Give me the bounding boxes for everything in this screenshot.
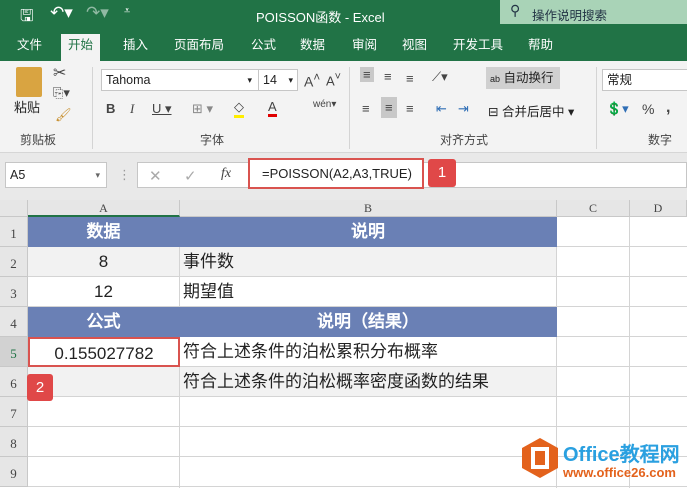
save-icon[interactable]: 🖫 (20, 5, 34, 32)
decrease-indent-icon[interactable]: ⇤ (436, 101, 447, 117)
callout-badge-1: 1 (428, 159, 456, 187)
bold-icon[interactable]: B (106, 101, 115, 116)
group-alignment: 对齐方式 (440, 133, 489, 147)
callout-badge-2: 2 (27, 374, 53, 401)
cancel-icon[interactable]: ✕ (149, 167, 162, 185)
cell-a3[interactable]: 12 (28, 277, 180, 307)
paste-button[interactable]: 粘贴 (14, 97, 40, 116)
office-logo-icon (522, 438, 558, 478)
more-icon: ⋮ (118, 167, 131, 182)
name-box[interactable]: A5 ▾ (5, 162, 107, 188)
group-font: 字体 (200, 133, 225, 147)
cell-a2[interactable]: 8 (28, 247, 180, 277)
column-header-a[interactable]: A (28, 200, 180, 217)
decrease-font-icon[interactable]: A˅ (326, 71, 341, 88)
orientation-icon[interactable]: ⟋▾ (432, 69, 448, 85)
cell-b5[interactable]: 符合上述条件的泊松累积分布概率 (180, 337, 557, 367)
row-header[interactable]: 4 (0, 307, 28, 337)
search-placeholder: 操作说明搜索 (532, 9, 608, 23)
format-painter-icon[interactable]: 🖌 (55, 107, 72, 123)
tab-developer[interactable]: 开发工具 (446, 34, 510, 61)
cell-b6[interactable]: 符合上述条件的泊松概率密度函数的结果 (180, 367, 557, 397)
italic-icon[interactable]: I (130, 101, 134, 117)
watermark-url: www.office26.com (563, 465, 676, 480)
top-align-icon[interactable]: ≡ (360, 67, 374, 82)
search-box[interactable]: ⚲ 操作说明搜索 (500, 0, 687, 24)
row-header[interactable]: 3 (0, 277, 28, 307)
border-icon[interactable]: ⊞ ▾ (192, 101, 213, 117)
align-left-icon[interactable]: ≡ (362, 101, 370, 116)
comma-button[interactable]: , (666, 99, 670, 117)
title-bar: 🖫 ↶▾ ↷▾ ⩡ POISSON函数 - Excel ⚲ 操作说明搜索 (0, 0, 687, 30)
undo-icon[interactable]: ↶▾ (50, 3, 73, 23)
accounting-format-icon[interactable]: 💲▾ (606, 101, 629, 117)
row-header[interactable]: 2 (0, 247, 28, 277)
wrap-text-button[interactable]: ab 自动换行 (486, 67, 560, 89)
underline-icon[interactable]: U ▾ (152, 101, 172, 117)
increase-font-icon[interactable]: A˄ (304, 71, 320, 90)
redo-icon[interactable]: ↷▾ (86, 3, 109, 23)
cell-a1[interactable]: 数据 (28, 217, 180, 247)
insert-function-icon[interactable]: fx (221, 166, 231, 182)
cell-a4[interactable]: 公式 (28, 307, 180, 337)
copy-icon[interactable]: ⎘▾ (53, 85, 70, 101)
tab-view[interactable]: 视图 (395, 34, 434, 61)
phonetic-icon[interactable]: wén▾ (313, 99, 336, 110)
column-header-d[interactable]: D (630, 200, 687, 217)
select-all-corner[interactable] (0, 200, 28, 217)
tab-file[interactable]: 文件 (10, 34, 49, 61)
ribbon-tabs: 文件 开始 插入 页面布局 公式 数据 审阅 视图 开发工具 帮助 (0, 30, 687, 61)
watermark-brand: Office教程网 (563, 444, 680, 466)
formula-input[interactable]: =POISSON(A2,A3,TRUE) (248, 158, 424, 189)
row-header[interactable]: 1 (0, 217, 28, 247)
tab-page-layout[interactable]: 页面布局 (167, 34, 231, 61)
spreadsheet-grid: A B C D 1 2 3 4 5 6 7 8 9 数据 说明 8 事件数 12… (0, 200, 687, 488)
cell-b1[interactable]: 说明 (180, 217, 557, 247)
tab-review[interactable]: 审阅 (345, 34, 384, 61)
enter-icon[interactable]: ✓ (184, 167, 197, 185)
row-header[interactable]: 6 (0, 367, 28, 397)
align-right-icon[interactable]: ≡ (406, 101, 414, 116)
bottom-align-icon[interactable]: ≡ (406, 71, 414, 86)
customize-qat-icon[interactable]: ⩡ (124, 5, 130, 18)
cell-b3[interactable]: 期望值 (180, 277, 557, 307)
row-header[interactable]: 9 (0, 457, 28, 487)
cut-icon[interactable]: ✂ (53, 63, 66, 83)
row-header[interactable]: 5 (0, 337, 28, 367)
fill-color-icon[interactable]: ◇ (234, 99, 244, 118)
ribbon: 粘贴 ✂ ⎘▾ 🖌 剪贴板 Tahoma ▾ 14 ▾ A˄ A˅ B I U ▾ … (0, 61, 687, 153)
group-number: 数字 (648, 133, 673, 147)
cell-b4[interactable]: 说明（结果） (180, 307, 557, 337)
window-title: POISSON函数 - Excel (256, 10, 385, 25)
align-center-icon[interactable]: ≡ (381, 97, 397, 118)
font-name-select[interactable]: Tahoma ▾ (101, 69, 259, 91)
paste-icon[interactable] (16, 67, 42, 97)
font-size-select[interactable]: 14 ▾ (258, 69, 298, 91)
cell-b2[interactable]: 事件数 (180, 247, 557, 277)
formula-bar: A5 ▾ ⋮ ✕ ✓ fx =POISSON(A2,A3,TRUE) 1 (0, 153, 687, 200)
number-format-select[interactable]: 常规 (602, 69, 687, 91)
font-color-icon[interactable]: A (268, 99, 277, 117)
search-icon: ⚲ (510, 2, 521, 18)
column-header-c[interactable]: C (557, 200, 630, 217)
percent-button[interactable]: % (642, 101, 654, 117)
tab-data[interactable]: 数据 (293, 34, 332, 61)
middle-align-icon[interactable]: ≡ (384, 69, 392, 84)
increase-indent-icon[interactable]: ⇥ (458, 101, 469, 117)
cell-a5-selected[interactable]: 0.155027782 (28, 337, 180, 367)
tab-formulas[interactable]: 公式 (244, 34, 283, 61)
tab-insert[interactable]: 插入 (116, 34, 155, 61)
tab-home[interactable]: 开始 (61, 34, 101, 61)
column-header-b[interactable]: B (180, 200, 557, 217)
row-header[interactable]: 8 (0, 427, 28, 457)
tab-help[interactable]: 帮助 (521, 34, 560, 61)
row-header[interactable]: 7 (0, 397, 28, 427)
merge-center-button[interactable]: ⊟ 合并后居中 ▾ (488, 101, 574, 120)
group-clipboard: 剪贴板 (20, 133, 57, 147)
